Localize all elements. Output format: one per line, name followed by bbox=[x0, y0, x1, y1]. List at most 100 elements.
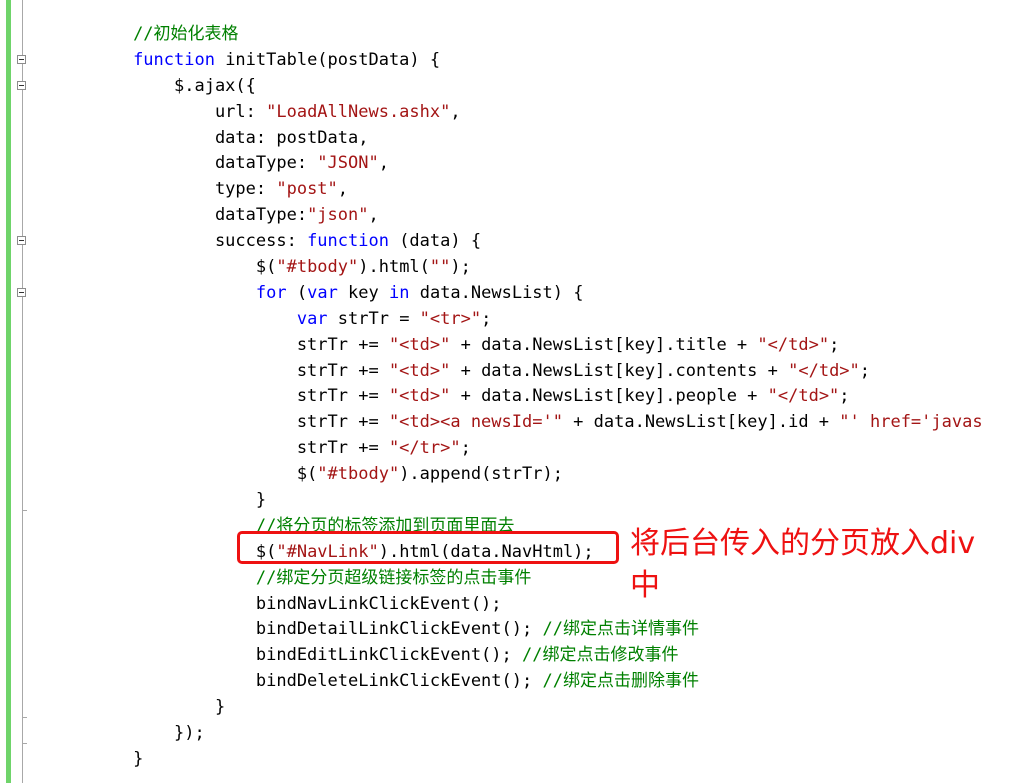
string-token: "LoadAllNews.ashx" bbox=[266, 101, 451, 122]
string-token: "</td>" bbox=[788, 360, 860, 381]
code-token: ); bbox=[450, 257, 471, 278]
code-line[interactable]: } bbox=[0, 695, 1015, 721]
code-line[interactable]: } bbox=[0, 488, 1015, 514]
code-token: strTr += bbox=[133, 334, 389, 355]
code-line[interactable]: strTr += "<td>" + data.NewsList[key].peo… bbox=[0, 384, 1015, 410]
code-line[interactable]: bindEditLinkClickEvent(); //绑定点击修改事件 bbox=[0, 643, 1015, 669]
code-line[interactable]: //初始化表格 bbox=[0, 22, 1015, 48]
string-token: "</td>" bbox=[767, 386, 840, 407]
code-line[interactable]: var strTr = "<tr>"; bbox=[0, 307, 1015, 333]
code-token: (data) { bbox=[388, 231, 482, 252]
code-token: bindDeleteLinkClickEvent(); bbox=[133, 671, 543, 692]
code-token: , bbox=[368, 205, 379, 226]
code-token: + data.NewsList[key].contents + bbox=[450, 360, 789, 381]
keyword-token: var bbox=[296, 308, 328, 329]
code-token: , bbox=[378, 153, 389, 174]
keyword-token: in bbox=[389, 282, 410, 303]
code-line[interactable]: $("#tbody").html(""); bbox=[0, 255, 1015, 281]
code-line[interactable]: strTr += "<td>" + data.NewsList[key].con… bbox=[0, 359, 1015, 385]
code-token: ; bbox=[839, 386, 850, 407]
code-line[interactable]: for (var key in data.NewsList) { bbox=[0, 281, 1015, 307]
code-line[interactable]: success: function (data) { bbox=[0, 229, 1015, 255]
code-line[interactable]: url: "LoadAllNews.ashx", bbox=[0, 100, 1015, 126]
code-line[interactable]: $("#tbody").append(strTr); bbox=[0, 462, 1015, 488]
code-token: ; bbox=[460, 438, 471, 459]
code-token: ( bbox=[286, 282, 308, 303]
code-line[interactable]: data: postData, bbox=[0, 126, 1015, 152]
code-token: strTr = bbox=[327, 308, 420, 329]
code-line[interactable]: } bbox=[0, 747, 1015, 773]
string-token: "#tbody" bbox=[276, 257, 359, 278]
code-line[interactable]: type: "post", bbox=[0, 177, 1015, 203]
code-line[interactable]: strTr += "</tr>"; bbox=[0, 436, 1015, 462]
string-token: "</tr>" bbox=[388, 438, 461, 459]
code-line[interactable]: }); bbox=[0, 721, 1015, 747]
code-token: ; bbox=[859, 360, 871, 381]
code-line[interactable]: strTr += "<td>" + data.NewsList[key].tit… bbox=[0, 333, 1015, 359]
code-token: bindNavLinkClickEvent(); bbox=[133, 593, 502, 614]
annotation-text: 将后台传入的分页放入div中 bbox=[630, 526, 976, 603]
code-token: bindDetailLinkClickEvent(); bbox=[133, 619, 543, 640]
string-token: "<td>" bbox=[388, 334, 451, 355]
code-token: } bbox=[133, 490, 267, 511]
code-line[interactable]: strTr += "<td><a newsId='" + data.NewsLi… bbox=[0, 410, 1015, 436]
code-token: ).html( bbox=[358, 257, 430, 278]
code-token: strTr += bbox=[133, 360, 389, 381]
string-token: "" bbox=[429, 257, 451, 278]
code-token: initTable(postData) { bbox=[214, 49, 441, 70]
code-token: $( bbox=[133, 464, 318, 485]
code-token: ).append(strTr); bbox=[399, 464, 563, 485]
keyword-token: function bbox=[133, 49, 215, 70]
code-token: } bbox=[133, 748, 144, 769]
code-line[interactable]: $.ajax({ bbox=[0, 74, 1015, 100]
code-editor[interactable]: //初始化表格 function initTable(postData) { $… bbox=[0, 22, 1015, 773]
code-line[interactable]: function initTable(postData) { bbox=[0, 48, 1015, 74]
string-token: "<td>" bbox=[388, 386, 451, 407]
code-token: url: bbox=[133, 101, 267, 122]
code-line[interactable]: dataType:"json", bbox=[0, 203, 1015, 229]
string-token: "json" bbox=[307, 205, 369, 226]
comment-token: //绑定点击修改事件 bbox=[522, 645, 679, 666]
code-line[interactable]: bindDeleteLinkClickEvent(); //绑定点击删除事件 bbox=[0, 669, 1015, 695]
comment-token: //绑定点击删除事件 bbox=[542, 671, 699, 692]
code-token: strTr += bbox=[133, 438, 389, 459]
keyword-token: function bbox=[307, 231, 389, 252]
string-token: "post" bbox=[276, 179, 338, 200]
code-token: , bbox=[450, 101, 461, 122]
string-token: "' href='javas bbox=[839, 412, 983, 433]
highlight-box bbox=[237, 531, 619, 564]
code-line[interactable]: dataType: "JSON", bbox=[0, 151, 1015, 177]
code-line[interactable]: bindDetailLinkClickEvent(); //绑定点击详情事件 bbox=[0, 617, 1015, 643]
code-token: ; bbox=[829, 334, 840, 355]
code-token: $( bbox=[133, 257, 277, 278]
code-token: bindEditLinkClickEvent(); bbox=[133, 645, 522, 666]
code-token: }); bbox=[133, 723, 205, 744]
string-token: "<td><a newsId='" bbox=[388, 412, 563, 433]
code-token: $.ajax({ bbox=[133, 75, 256, 96]
comment-token: //初始化表格 bbox=[133, 24, 239, 44]
